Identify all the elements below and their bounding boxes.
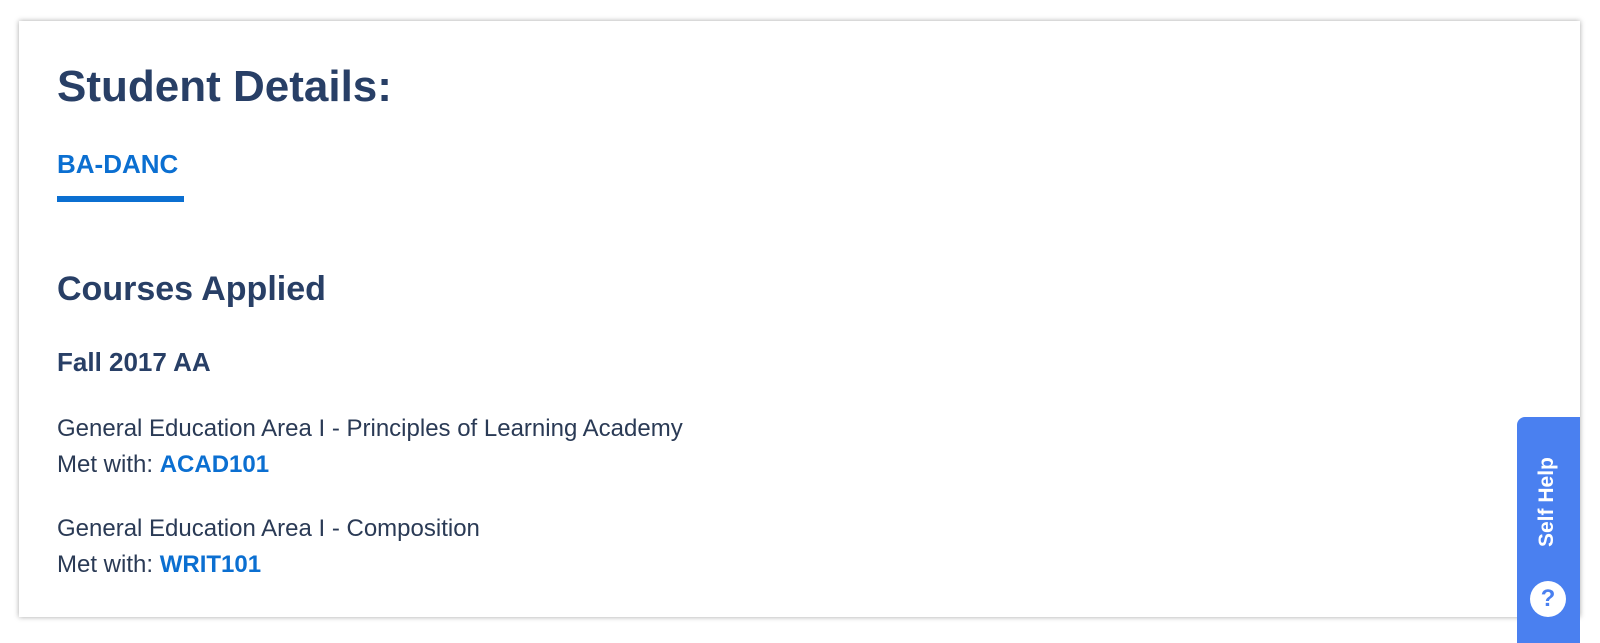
courses-applied-heading: Courses Applied [57, 270, 326, 308]
requirement-name: General Education Area I - Composition [57, 515, 480, 542]
tab-ba-danc[interactable]: BA-DANC [57, 149, 184, 202]
course-link-writ101[interactable]: WRIT101 [160, 551, 261, 578]
requirement-item: General Education Area I - Principles of… [57, 411, 683, 483]
met-with-label: Met with: [57, 451, 154, 478]
requirement-item: General Education Area I - Composition M… [57, 511, 480, 583]
term-heading: Fall 2017 AA [57, 347, 211, 377]
requirement-met-line: Met with: ACAD101 [57, 447, 683, 483]
met-with-label: Met with: [57, 551, 154, 578]
page-title: Student Details: [57, 62, 392, 111]
page: Student Details: BA-DANC Courses Applied… [0, 0, 1600, 643]
course-link-acad101[interactable]: ACAD101 [160, 451, 269, 478]
student-details-card: Student Details: BA-DANC Courses Applied… [19, 21, 1580, 617]
requirement-met-line: Met with: WRIT101 [57, 547, 480, 583]
active-tab-indicator [57, 196, 184, 202]
tab-label: BA-DANC [57, 149, 179, 179]
self-help-button[interactable]: Self Help ? [1517, 417, 1580, 643]
self-help-label: Self Help [1535, 457, 1558, 547]
question-icon: ? [1530, 581, 1566, 617]
requirement-name: General Education Area I - Principles of… [57, 415, 683, 442]
